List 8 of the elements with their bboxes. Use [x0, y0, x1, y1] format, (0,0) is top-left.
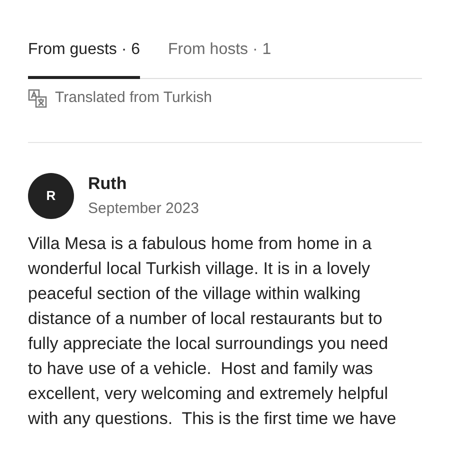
review-date: September 2023	[88, 199, 199, 219]
avatar: R	[28, 172, 74, 218]
translate-icon	[28, 88, 47, 108]
translation-note: Translated from Turkish	[55, 88, 212, 108]
review-text: Villa Mesa is a fabulous home from home in a wonderful local Turkish village. It is in a lovely peaceful section of the village within walking distance of a number of local restaurants but to fully appreciate the local surroundings you need to have use of a vehicle. Host and family was excellent, very welcoming and extremely helpful with any questions. This is the first time we have	[28, 232, 398, 430]
reviewer-name: Ruth	[88, 172, 128, 194]
review-tab[interactable]: From hosts · 1	[168, 38, 272, 79]
review-tab[interactable]: From guests · 6	[28, 38, 140, 79]
